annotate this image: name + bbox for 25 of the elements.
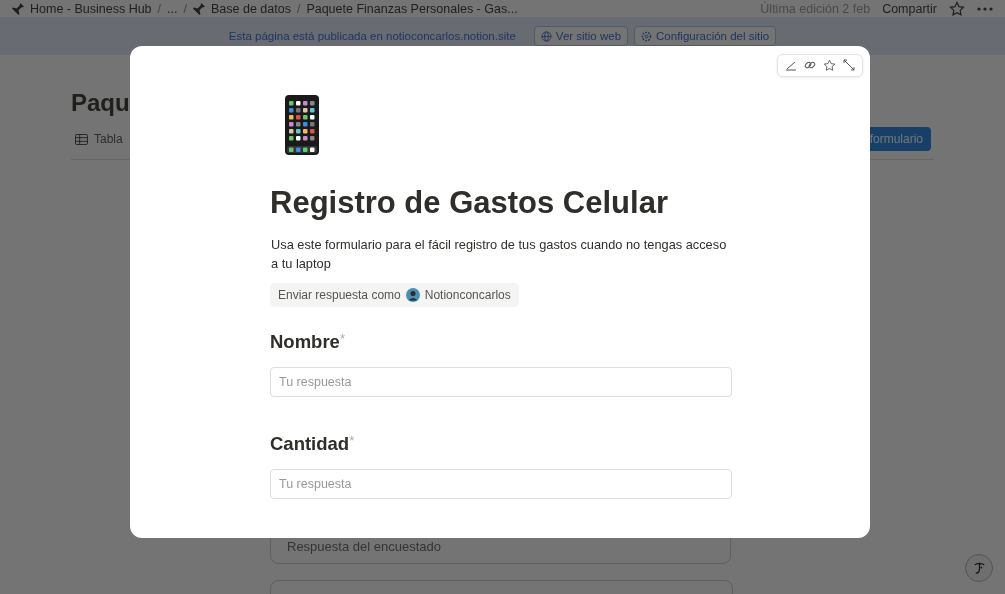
breadcrumb-link[interactable]: Home - Business Hub	[12, 1, 152, 16]
site-button[interactable]: Configuración del sitio	[634, 26, 777, 46]
respond-as-label: Enviar respuesta como	[278, 288, 401, 302]
question-label: Cantidad*	[270, 433, 356, 455]
publish-notice: Esta página está publicada en notioconcarlos.notion.site	[228, 30, 516, 42]
breadcrumb-link[interactable]: Base de datos	[192, 1, 291, 16]
breadcrumb-link[interactable]: ...	[167, 1, 178, 16]
share-button[interactable]: Compartir	[882, 1, 937, 16]
breadcrumb-separator: /	[183, 1, 187, 16]
site-button[interactable]: Ver sitio web	[533, 26, 629, 46]
breadcrumb-separator: /	[296, 1, 301, 16]
question-label: Nombre*	[270, 331, 346, 353]
answer-field[interactable]: Tu respuesta	[270, 469, 732, 499]
breadcrumb-separator: /	[157, 1, 162, 16]
page-title: Paqu	[71, 89, 131, 117]
respond-as-chip[interactable]: Enviar respuesta como Notionconcarlos	[270, 283, 519, 307]
required-mark: *	[339, 331, 345, 346]
form-description: Usa este formulario para el fácil registro de tus gastos cuando no tengas acceso a tu laptop	[271, 236, 728, 273]
user-name: Notionconcarlos	[424, 288, 511, 302]
required-mark: *	[349, 433, 355, 448]
form-title: Registro de Gastos Celular	[270, 185, 669, 221]
field-label: Respuesta del encuestado	[287, 539, 441, 554]
view-tab[interactable]: Tabla	[71, 132, 127, 146]
breadcrumb-link[interactable]: Paquete Finanzas Personales - Gas...	[306, 1, 518, 16]
answer-field[interactable]: Tu respuesta	[270, 367, 732, 397]
